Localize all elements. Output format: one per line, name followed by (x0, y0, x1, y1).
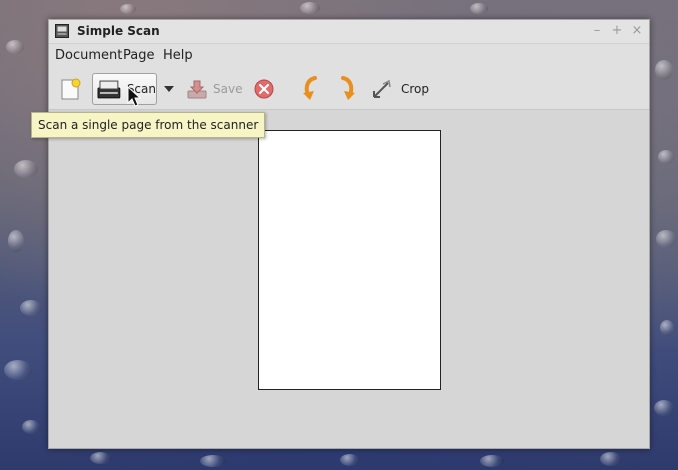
stop-icon (254, 79, 274, 99)
chevron-down-icon (164, 86, 174, 92)
water-drop (470, 3, 488, 14)
mouse-cursor-icon (127, 86, 141, 107)
water-drop (20, 300, 42, 316)
water-drop (4, 360, 32, 380)
save-icon (187, 80, 207, 99)
page-preview[interactable] (258, 130, 441, 390)
water-drop (120, 4, 136, 14)
scan-options-dropdown[interactable] (161, 73, 177, 105)
water-drop (656, 230, 676, 248)
water-drop (600, 452, 622, 466)
water-drop (90, 452, 112, 464)
water-drop (200, 455, 226, 467)
scan-tooltip: Scan a single page from the scanner (31, 112, 266, 138)
stop-button[interactable] (253, 73, 277, 105)
title-bar[interactable]: Simple Scan – + × (49, 20, 649, 44)
water-drop (655, 60, 673, 80)
water-drop (658, 150, 674, 164)
water-drop (654, 400, 674, 416)
water-drop (14, 160, 38, 178)
scan-button[interactable]: Scan (92, 73, 157, 105)
scanner-icon (97, 80, 121, 99)
crop-icon (373, 79, 391, 98)
water-drop (340, 454, 360, 466)
crop-label: Crop (401, 82, 430, 96)
water-drop (300, 2, 320, 14)
close-icon[interactable]: × (629, 23, 645, 39)
water-drop (8, 230, 24, 252)
scanner-app-icon (55, 24, 69, 38)
new-document-button[interactable] (59, 73, 87, 105)
water-drop (660, 320, 674, 336)
simple-scan-window: Simple Scan – + × Document Page Help Sca… (48, 19, 650, 449)
save-button[interactable]: Save (186, 73, 244, 105)
water-drop (6, 40, 24, 54)
rotate-left-icon (303, 76, 317, 100)
menu-bar: Document Page Help (49, 44, 649, 68)
rotate-right-icon (341, 76, 355, 100)
minimize-icon[interactable]: – (589, 23, 605, 39)
menu-page[interactable]: Page (123, 48, 154, 63)
rotate-right-button[interactable] (335, 73, 361, 105)
new-document-icon (61, 78, 81, 100)
menu-help[interactable]: Help (163, 48, 193, 63)
water-drop (22, 420, 40, 434)
window-title: Simple Scan (77, 24, 160, 38)
menu-document[interactable]: Document (55, 48, 122, 63)
crop-button[interactable]: Crop (371, 73, 433, 105)
water-drop (480, 455, 504, 467)
rotate-left-button[interactable] (299, 73, 325, 105)
maximize-icon[interactable]: + (609, 23, 625, 39)
desktop-background: Simple Scan – + × Document Page Help Sca… (0, 0, 678, 470)
save-label: Save (213, 82, 243, 96)
